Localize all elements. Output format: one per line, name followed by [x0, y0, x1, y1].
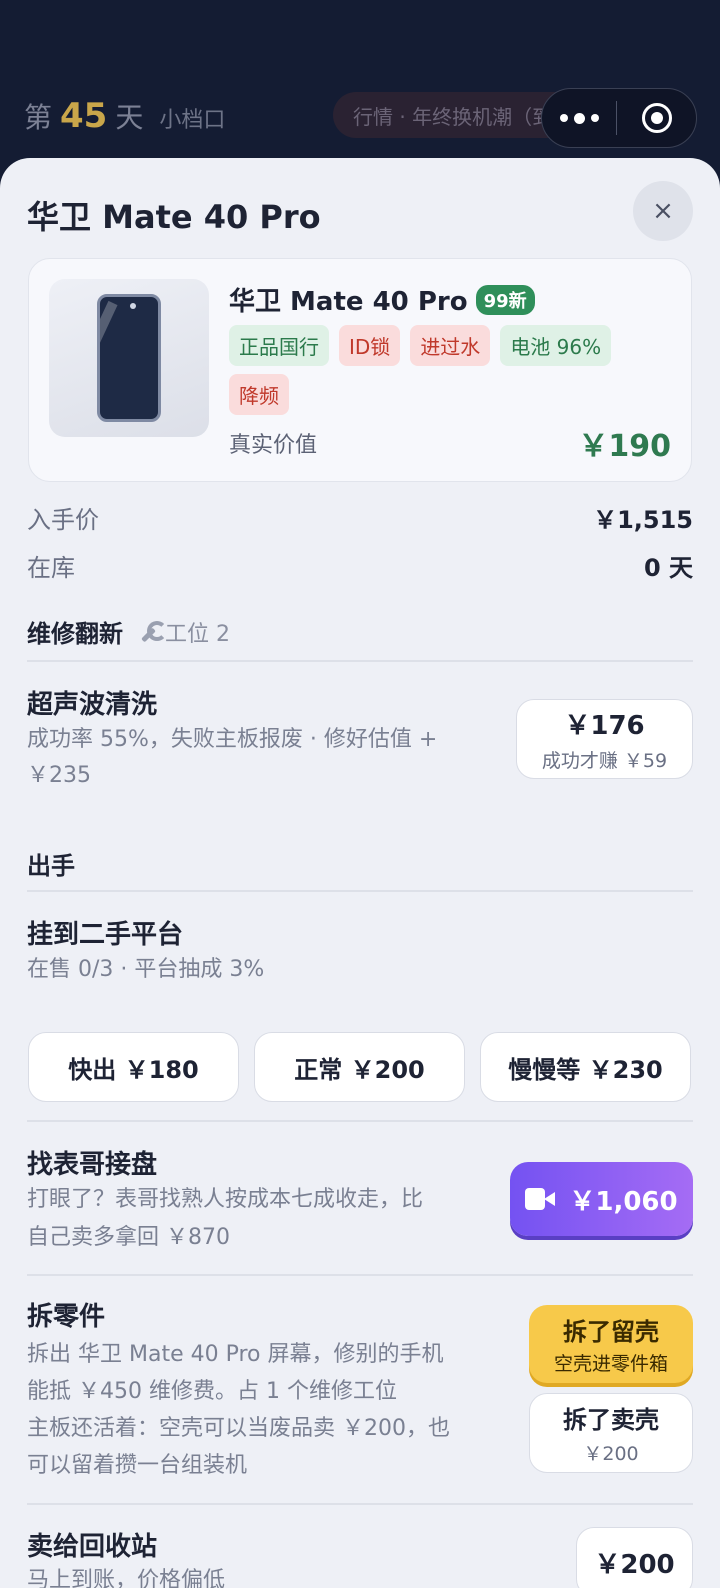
real-value: ￥190	[578, 429, 671, 464]
recycle-price: ￥200	[594, 1549, 675, 1580]
tag: 正品国行	[229, 325, 329, 366]
stock-days-value: 0 天	[643, 554, 693, 582]
divider	[27, 1503, 693, 1505]
sheet-title: 华卫 Mate 40 Pro	[27, 198, 321, 236]
ultrasonic-clean-desc-1: 成功率 55%，失败主板报废 · 修好估值 +	[27, 727, 438, 752]
shop-name: 小档口	[159, 108, 226, 133]
recycle-button[interactable]: ￥200	[576, 1527, 693, 1588]
parts-desc-1: 拆出 华卫 Mate 40 Pro 屏幕，修别的手机	[27, 1342, 444, 1367]
sell-shell-note: ￥200	[583, 1443, 639, 1465]
condition-badge: 99新	[475, 284, 535, 315]
tag: 进过水	[410, 325, 491, 366]
tag: ID锁	[339, 325, 401, 366]
platform-desc: 在售 0/3 · 平台抽成 3%	[27, 957, 265, 982]
day-number: 45	[60, 96, 108, 136]
repair-section-title: 维修翻新 工位 2	[27, 614, 230, 649]
parts-title: 拆零件	[27, 1302, 106, 1332]
stock-days-label: 在库	[27, 554, 75, 582]
miniprogram-capsule	[541, 88, 697, 148]
normal-sell-button[interactable]: 正常 ￥200	[254, 1032, 465, 1102]
video-camera-icon	[525, 1188, 556, 1210]
sell-shell-label: 拆了卖壳	[563, 1406, 659, 1434]
cousin-video-button[interactable]: ￥1,060	[510, 1162, 693, 1236]
wrench-icon	[137, 620, 167, 643]
repair-title-text: 维修翻新	[27, 620, 123, 648]
recycle-desc: 马上到账，价格偏低	[27, 1568, 226, 1588]
phone-icon	[97, 294, 161, 422]
platform-title: 挂到二手平台	[27, 920, 184, 950]
ultrasonic-clean-desc-2: ￥235	[27, 763, 91, 788]
divider	[27, 890, 693, 892]
cousin-title: 找表哥接盘	[27, 1150, 158, 1180]
quick-sell-button[interactable]: 快出 ￥180	[28, 1032, 239, 1102]
keep-shell-button[interactable]: 拆了留壳 空壳进零件箱	[529, 1305, 693, 1383]
keep-shell-label: 拆了留壳	[563, 1318, 659, 1346]
close-button[interactable]: ×	[633, 181, 693, 241]
recycle-title: 卖给回收站	[27, 1532, 158, 1562]
sell-section-title: 出手	[27, 852, 75, 880]
product-name: 华卫 Mate 40 Pro 99新	[229, 281, 535, 318]
parts-desc-4: 可以留着攒一台组装机	[27, 1453, 248, 1478]
day-suffix: 天	[115, 101, 144, 134]
cousin-price: ￥1,060	[569, 1186, 678, 1217]
ultrasonic-clean-button[interactable]: ￥176 成功才赚 ￥59	[516, 699, 693, 779]
divider	[27, 1120, 693, 1122]
product-tags: 正品国行 ID锁 进过水 电池 96% 降频	[229, 325, 669, 415]
day-indicator: 第 45 天 小档口	[24, 96, 225, 136]
ultrasonic-clean-price: ￥176	[564, 711, 645, 741]
slow-sell-button[interactable]: 慢慢等 ￥230	[480, 1032, 691, 1102]
stock-days-row: 在库 0 天	[27, 548, 693, 583]
purchase-price-value: ￥1,515	[593, 506, 693, 534]
parts-desc-2: 能抵 ￥450 维修费。占 1 个维修工位	[27, 1379, 397, 1404]
sell-shell-button[interactable]: 拆了卖壳 ￥200	[529, 1393, 693, 1473]
top-bar: 第 45 天 小档口 行情 · 年终换机潮（到第 47 天）	[0, 0, 720, 180]
divider	[27, 1274, 693, 1276]
product-name-text: 华卫 Mate 40 Pro	[229, 287, 468, 317]
tag: 降频	[229, 374, 289, 415]
exit-icon[interactable]	[617, 103, 696, 133]
more-icon[interactable]	[542, 112, 616, 124]
divider	[27, 660, 693, 662]
product-image	[49, 279, 209, 437]
purchase-price-label: 入手价	[27, 506, 99, 534]
workstation-label: 工位 2	[165, 621, 230, 647]
product-card: 华卫 Mate 40 Pro 99新 正品国行 ID锁 进过水 电池 96% 降…	[28, 258, 692, 482]
parts-desc-3: 主板还活着：空壳可以当废品卖 ￥200，也	[27, 1416, 450, 1441]
keep-shell-note: 空壳进零件箱	[553, 1353, 668, 1375]
purchase-price-row: 入手价 ￥1,515	[27, 500, 693, 535]
cousin-desc-1: 打眼了？表哥找熟人按成本七成收走，比	[27, 1187, 424, 1212]
ultrasonic-clean-title: 超声波清洗	[27, 690, 158, 720]
tag: 电池 96%	[500, 325, 612, 366]
cousin-desc-2: 自己卖多拿回 ￥870	[27, 1225, 230, 1250]
real-value-label: 真实价值	[229, 433, 318, 458]
day-prefix: 第	[24, 101, 53, 134]
ultrasonic-clean-note: 成功才赚 ￥59	[541, 750, 668, 772]
workstation: 工位 2	[137, 616, 230, 648]
